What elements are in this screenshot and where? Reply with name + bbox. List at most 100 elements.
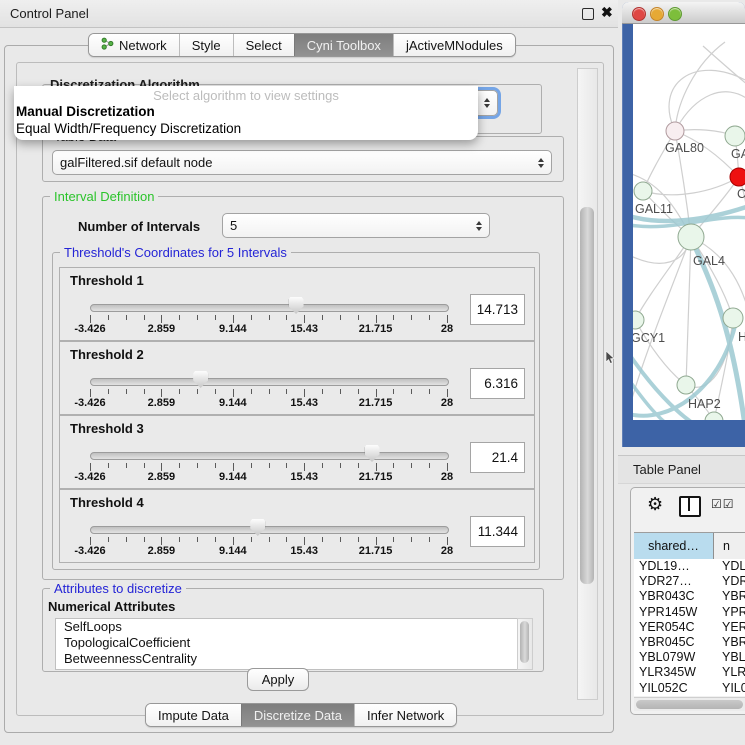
list-scrollbar-thumb[interactable] <box>520 621 529 663</box>
slider-tick <box>411 463 412 468</box>
slider-tick <box>429 315 430 320</box>
slider-tick-label: 15.43 <box>290 471 318 483</box>
cell-name[interactable]: YER0 <box>713 620 745 635</box>
slider-tick <box>233 389 234 397</box>
threshold-slider-track[interactable] <box>90 452 449 460</box>
tab-style[interactable]: Style <box>179 34 233 56</box>
network-node-h[interactable] <box>723 308 743 328</box>
combo-arrows-icon <box>532 158 544 168</box>
minimize-traffic-light-icon[interactable] <box>650 7 664 21</box>
network-canvas[interactable]: GAL80GACGAL11GAL4GCY1HHAP2 <box>633 24 745 420</box>
cell-name[interactable]: YBR0 <box>713 635 745 650</box>
network-node-gal4[interactable] <box>678 224 704 250</box>
cell-shared-name[interactable]: YBR043C <box>634 589 713 604</box>
column-checkboxes-icon[interactable]: ☑☑ <box>711 497 735 511</box>
network-view-window[interactable]: GAL80GACGAL11GAL4GCY1HHAP2 <box>622 2 745 447</box>
cell-name[interactable]: YDL1 <box>713 559 745 574</box>
column-header-shared-name[interactable]: shared… <box>634 533 714 559</box>
slider-tick <box>215 389 216 394</box>
cell-shared-name[interactable]: YBL079W <box>634 650 713 665</box>
tab-network[interactable]: Network <box>89 34 179 56</box>
cell-shared-name[interactable]: YBR045C <box>634 635 713 650</box>
table-row[interactable]: YDR27…YDR2 <box>634 574 745 589</box>
tab-label: Network <box>119 38 167 53</box>
close-traffic-light-icon[interactable] <box>632 7 646 21</box>
cell-name[interactable]: YLR3 <box>713 665 745 680</box>
table-row[interactable]: YPR145WYPR1 <box>634 605 745 620</box>
slider-tick <box>126 315 127 320</box>
apply-button[interactable]: Apply <box>247 668 309 691</box>
cell-shared-name[interactable]: YER054C <box>634 620 713 635</box>
attribute-item-betweennesscentrality[interactable]: BetweennessCentrality <box>56 651 518 667</box>
column-header-name[interactable]: n <box>714 533 745 559</box>
settings-gear-icon[interactable]: ⚙ <box>647 494 663 515</box>
threshold-value-field[interactable]: 14.713 <box>470 294 525 325</box>
table-row[interactable]: YBR045CYBR0 <box>634 635 745 650</box>
threshold-value-field[interactable]: 21.4 <box>470 442 525 473</box>
table-row[interactable]: YBR043CYBR0 <box>634 589 745 604</box>
network-node-c[interactable] <box>730 168 745 186</box>
network-node-gal80[interactable] <box>666 122 684 140</box>
list-scrollbar[interactable] <box>517 618 533 670</box>
cell-name[interactable]: YBL0 <box>713 650 745 665</box>
main-scrollbar[interactable] <box>577 68 598 700</box>
network-node-gcy1[interactable] <box>633 311 644 329</box>
cell-shared-name[interactable]: YPR145W <box>634 605 713 620</box>
algorithm-option-manual-discretization[interactable]: Manual Discretization <box>14 104 478 121</box>
attribute-item-topologicalcoefficient[interactable]: TopologicalCoefficient <box>56 635 518 651</box>
cell-shared-name[interactable]: YDR27… <box>634 574 713 589</box>
table-hscrollbar-thumb[interactable] <box>636 700 743 709</box>
table-row[interactable]: YER054CYER0 <box>634 620 745 635</box>
threshold-slider-track[interactable] <box>90 378 449 386</box>
tab-cyni-toolbox[interactable]: Cyni Toolbox <box>294 34 393 56</box>
table-row[interactable]: YDL19…YDL1 <box>634 559 745 574</box>
attribute-item-selfloops[interactable]: SelfLoops <box>56 619 518 635</box>
network-window-titlebar <box>622 2 745 24</box>
threshold-slider-track[interactable] <box>90 304 449 312</box>
tab-impute-data[interactable]: Impute Data <box>146 704 241 726</box>
cell-shared-name[interactable]: YIL052C <box>634 681 713 696</box>
network-node-ga[interactable] <box>725 126 745 146</box>
table-row[interactable]: YLR345WYLR3 <box>634 665 745 680</box>
split-view-icon[interactable] <box>679 496 701 517</box>
slider-tick <box>161 315 162 323</box>
network-node[interactable] <box>705 412 723 420</box>
slider-tick-label: 21.715 <box>359 471 393 483</box>
threshold-value-field[interactable]: 6.316 <box>470 368 525 399</box>
node-label: GAL80 <box>665 141 704 155</box>
threshold-slider-track[interactable] <box>90 526 449 534</box>
slider-tick <box>447 315 448 323</box>
table-row[interactable]: YIL052CYIL0 <box>634 681 745 696</box>
table-data-combobox[interactable]: galFiltered.sif default node <box>52 150 552 175</box>
table-row[interactable]: YBL079WYBL0 <box>634 650 745 665</box>
close-icon[interactable]: ✖ <box>601 4 613 21</box>
tab-discretize-data[interactable]: Discretize Data <box>241 704 354 726</box>
slider-tick <box>304 389 305 397</box>
cell-name[interactable]: YPR1 <box>713 605 745 620</box>
zoom-traffic-light-icon[interactable] <box>668 7 682 21</box>
tab-select[interactable]: Select <box>233 34 294 56</box>
threshold-group-4: Threshold 4-3.4262.8599.14415.4321.71528… <box>59 489 535 563</box>
cell-name[interactable]: YIL0 <box>713 681 745 696</box>
tab-infer-network[interactable]: Infer Network <box>354 704 456 726</box>
number-of-intervals-spinner[interactable]: 5 <box>222 213 490 238</box>
network-node-gal11[interactable] <box>634 182 652 200</box>
slider-tick <box>376 315 377 323</box>
cell-name[interactable]: YDR2 <box>713 574 745 589</box>
cell-shared-name[interactable]: YLR345W <box>634 665 713 680</box>
float-window-icon[interactable] <box>582 8 594 20</box>
table-body: YDL19…YDL1YDR27…YDR2YBR043CYBR0YPR145WYP… <box>634 559 745 696</box>
algorithm-option-equal-width-frequency-discretization[interactable]: Equal Width/Frequency Discretization <box>14 121 478 138</box>
network-node-hap2[interactable] <box>677 376 695 394</box>
slider-tick <box>447 537 448 545</box>
slider-tick <box>286 463 287 468</box>
threshold-value-field[interactable]: 11.344 <box>470 516 525 547</box>
slider-tick-label: 9.144 <box>219 471 247 483</box>
tab-jactivemnodules[interactable]: jActiveMNodules <box>393 34 515 56</box>
table-horizontal-scrollbar[interactable] <box>634 697 745 711</box>
cell-name[interactable]: YBR0 <box>713 589 745 604</box>
main-scrollbar-thumb[interactable] <box>580 207 594 584</box>
cell-shared-name[interactable]: YDL19… <box>634 559 713 574</box>
slider-tick <box>90 463 91 471</box>
tab-label: Cyni Toolbox <box>307 38 381 53</box>
